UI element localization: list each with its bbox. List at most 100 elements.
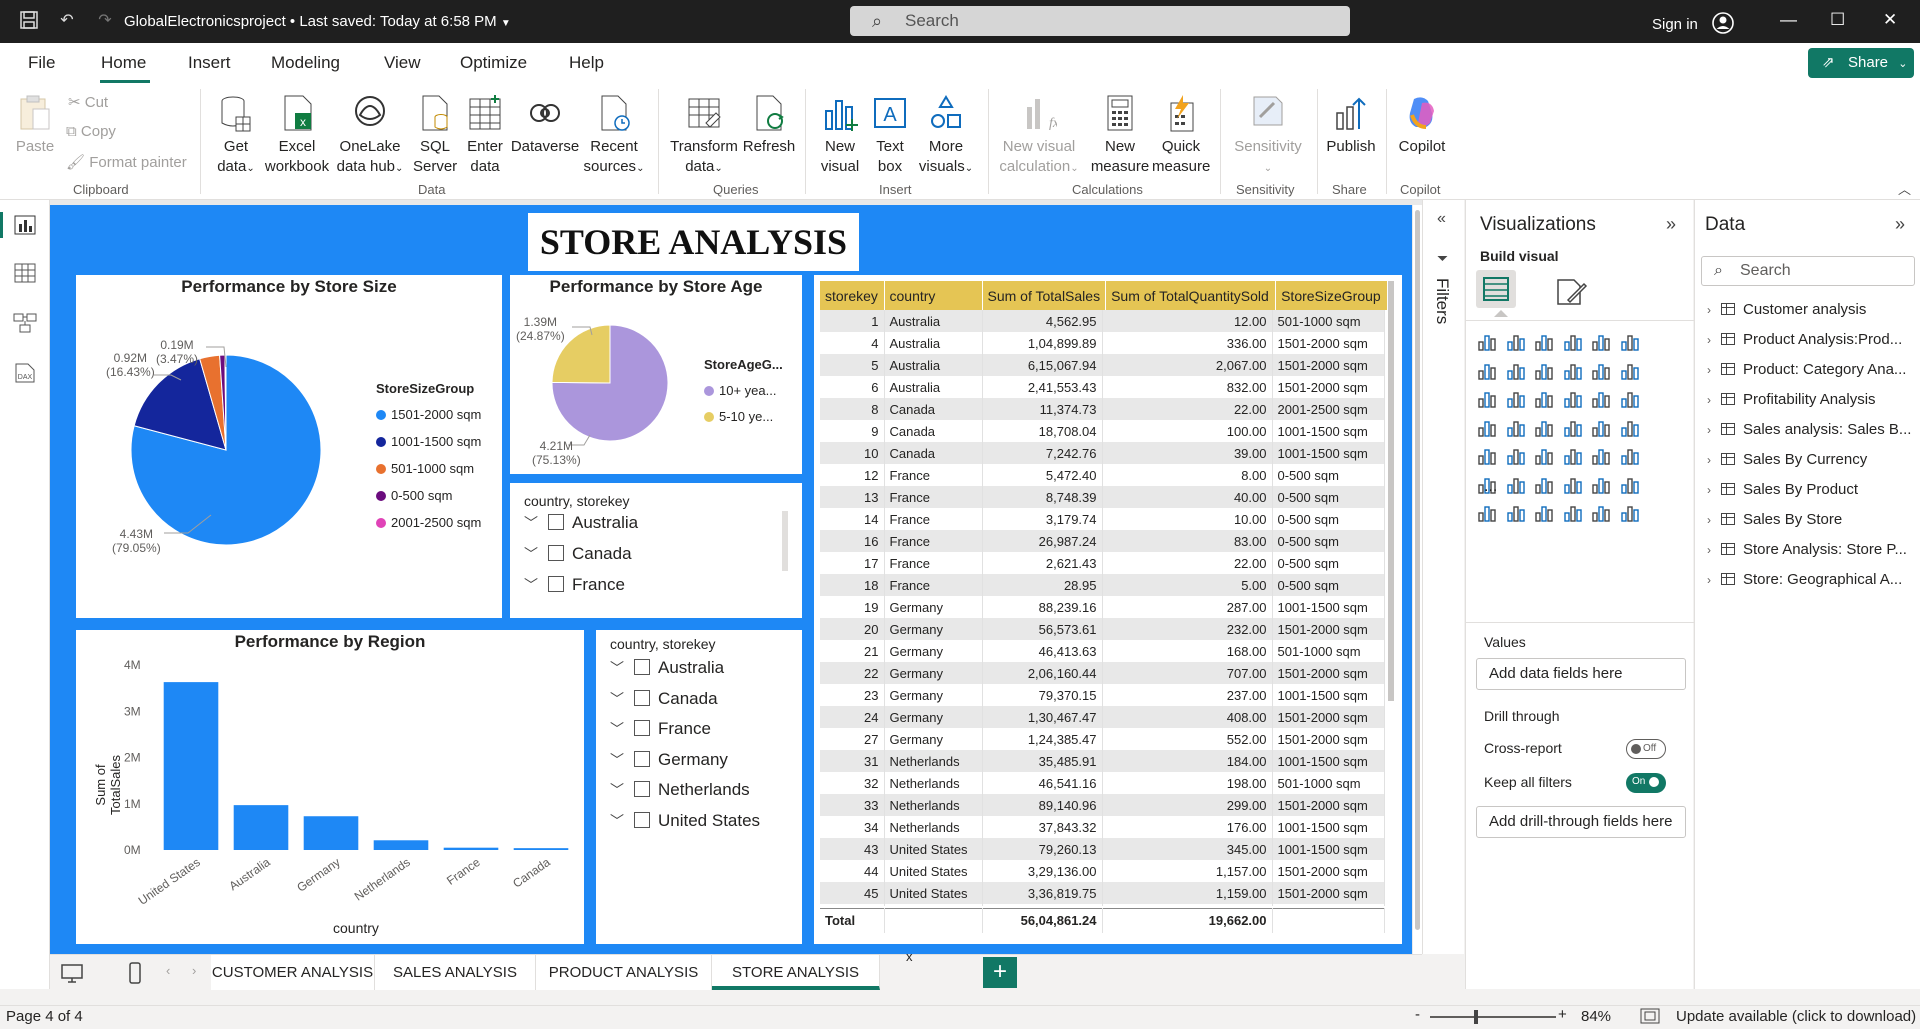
chevron-right-icon[interactable]: › [1707, 483, 1721, 497]
chevron-right-icon[interactable]: › [1707, 513, 1721, 527]
new-card-visual-icon[interactable] [1505, 501, 1527, 523]
values-well[interactable]: Add data fields here [1476, 658, 1686, 690]
checkbox[interactable] [548, 576, 564, 592]
stacked-bar-visual-icon[interactable] [1476, 330, 1498, 352]
refresh-button[interactable]: Refresh [742, 93, 796, 157]
slicer-item[interactable]: ﹀ France [524, 575, 625, 595]
matrix-visual-icon[interactable] [1590, 444, 1612, 466]
clustered-bar-visual-icon[interactable] [1533, 330, 1555, 352]
chevron-down-icon[interactable]: ﹀ [610, 811, 630, 831]
search-input[interactable]: ⌕ Search [850, 6, 1350, 36]
drill-through-well[interactable]: Add drill-through fields here [1476, 806, 1686, 838]
expand-right-icon[interactable]: » [1666, 214, 1676, 235]
report-view-icon[interactable] [12, 214, 38, 236]
checkbox[interactable] [634, 720, 650, 736]
treemap-visual-icon[interactable] [1476, 416, 1498, 438]
chevron-right-icon[interactable]: › [1707, 423, 1721, 437]
data-table-item[interactable]: › Sales By Currency [1707, 451, 1917, 468]
checkbox[interactable] [548, 514, 564, 530]
button-slicer-visual-icon[interactable] [1533, 501, 1555, 523]
slicer-item[interactable]: ﹀ France [610, 719, 711, 739]
slicer-item[interactable]: ﹀ Netherlands [610, 780, 750, 800]
data-table-item[interactable]: › Profitability Analysis [1707, 391, 1917, 408]
page-tab-product-analysis[interactable]: PRODUCT ANALYSIS [536, 955, 712, 990]
power-apps-visual-icon[interactable] [1562, 501, 1584, 523]
onelake-data-hub-button[interactable]: OneLake data hub⌄ [333, 93, 407, 179]
r-visual-visual-icon[interactable] [1619, 444, 1641, 466]
slicer-item[interactable]: ﹀ United States [610, 811, 760, 831]
map-visual-icon[interactable] [1505, 416, 1527, 438]
ribbon-visual-icon[interactable] [1562, 359, 1584, 381]
filters-label[interactable]: Filters [1432, 278, 1452, 324]
copy-button[interactable]: ⧉ Copy [66, 123, 116, 140]
sensitivity-button[interactable]: Sensitivity ⌄ [1230, 93, 1306, 179]
chevron-down-icon[interactable]: ﹀ [524, 513, 544, 533]
table-row[interactable]: 18 France 28.95 5.00 0-500 sqm [820, 574, 1385, 596]
card-visual-icon[interactable] [1619, 416, 1641, 438]
table-row[interactable]: 6 Australia 2,41,553.43 832.00 1501-2000 sqm [820, 376, 1385, 398]
close-page-icon[interactable]: x [906, 949, 913, 964]
metrics-visual-icon[interactable] [1619, 473, 1641, 495]
zoom-slider-thumb[interactable] [1474, 1010, 1478, 1024]
legend-item[interactable]: 1001-1500 sqm [376, 434, 481, 449]
funnel-visual-icon[interactable] [1533, 387, 1555, 409]
table-row[interactable]: 24 Germany 1,30,467.47 408.00 1501-2000 sqm [820, 706, 1385, 728]
key-influencers-visual-icon[interactable] [1505, 473, 1527, 495]
bar-australia[interactable] [233, 805, 289, 850]
format-painter-button[interactable]: 🖌 Format painter [66, 153, 187, 171]
power-automate-visual-icon[interactable] [1590, 501, 1612, 523]
store-table-card[interactable]: storekey country Sum of TotalSales Sum of T… [814, 275, 1402, 944]
country-storekey-slicer-2[interactable]: country, storekey ﹀ Australia ﹀ Canada ﹀ Fran… [596, 630, 802, 944]
save-icon[interactable] [18, 10, 40, 32]
data-table-item[interactable]: › Product: Category Ana... [1707, 361, 1917, 378]
copilot-button[interactable]: Copilot [1394, 93, 1450, 157]
build-visual-tab[interactable] [1476, 270, 1516, 308]
chevron-right-icon[interactable]: › [1707, 543, 1721, 557]
publish-button[interactable]: Publish [1322, 93, 1380, 157]
enter-data-button[interactable]: Enter data [462, 93, 508, 177]
chevron-down-icon[interactable]: ﹀ [610, 780, 630, 800]
data-table-item[interactable]: › Store: Geographical A... [1707, 571, 1917, 588]
table-visual-icon[interactable] [1562, 444, 1584, 466]
table-row[interactable]: 23 Germany 79,370.15 237.00 1001-1500 sqm [820, 684, 1385, 706]
table-row[interactable]: 12 France 5,472.40 8.00 0-500 sqm [820, 464, 1385, 486]
clustered-column-visual-icon[interactable] [1562, 330, 1584, 352]
legend-item[interactable]: 2001-2500 sqm [376, 515, 481, 530]
checkbox[interactable] [634, 689, 650, 706]
store-age-pie-card[interactable]: Performance by Store Age 1.39M (24.87%) 4… [510, 275, 802, 474]
slicer-item[interactable]: ﹀ Canada [610, 689, 718, 709]
zoom-out-button[interactable]: - [1415, 1006, 1420, 1023]
table-row[interactable]: 43 United States 79,260.13 345.00 1001-1500 … [820, 838, 1385, 860]
chevron-right-icon[interactable]: › [1707, 303, 1721, 317]
chevron-down-icon[interactable]: ﹀ [610, 750, 630, 770]
narrative-visual-icon[interactable] [1590, 473, 1612, 495]
maximize-icon[interactable]: ☐ [1830, 10, 1845, 30]
table-row[interactable]: 27 Germany 1,24,385.47 552.00 1501-2000 sqm [820, 728, 1385, 750]
chevron-down-icon[interactable]: ﹀ [610, 719, 630, 739]
table-row[interactable]: 22 Germany 2,06,160.44 707.00 1501-2000 sqm [820, 662, 1385, 684]
chevron-down-icon[interactable]: ﹀ [610, 658, 630, 678]
tab-home[interactable]: Home [101, 53, 146, 73]
table-row[interactable]: 47United States1,03,711.05317.001001-150… [820, 904, 1385, 906]
new-visual-button[interactable]: New visual [818, 93, 862, 177]
checkbox[interactable] [548, 545, 564, 561]
table-row[interactable]: 20 Germany 56,573.61 232.00 1501-2000 sqm [820, 618, 1385, 640]
region-bar-chart-card[interactable]: Performance by Region Sum of TotalSales … [76, 630, 584, 944]
table-row[interactable]: 17 France 2,621.43 22.00 0-500 sqm [820, 552, 1385, 574]
tab-modeling[interactable]: Modeling [271, 53, 340, 73]
store-size-pie-card[interactable]: Performance by Store Size 4.43M (79.05%) … [76, 275, 502, 618]
chevron-down-icon[interactable]: ▼ [501, 18, 511, 29]
bar-germany[interactable] [303, 816, 359, 850]
chevron-down-icon[interactable]: ﹀ [524, 575, 544, 595]
redo-icon[interactable]: ↷ [94, 10, 116, 32]
bar-france[interactable] [443, 847, 499, 850]
table-row[interactable]: 33 Netherlands 89,140.96 299.00 1501-2000 sq… [820, 794, 1385, 816]
line-visual-icon[interactable] [1476, 359, 1498, 381]
table-row[interactable]: 8 Canada 11,374.73 22.00 2001-2500 sqm [820, 398, 1385, 420]
table-row[interactable]: 4 Australia 1,04,899.89 336.00 1501-2000 sqm [820, 332, 1385, 354]
tab-help[interactable]: Help [569, 53, 604, 73]
chevron-down-icon[interactable]: ﹀ [610, 689, 630, 709]
more-visuals-ellipsis[interactable]: ... [1484, 478, 1497, 496]
table-row[interactable]: 31 Netherlands 35,485.91 184.00 1001-1500 sq… [820, 750, 1385, 772]
stacked-column-visual-icon[interactable] [1505, 330, 1527, 352]
